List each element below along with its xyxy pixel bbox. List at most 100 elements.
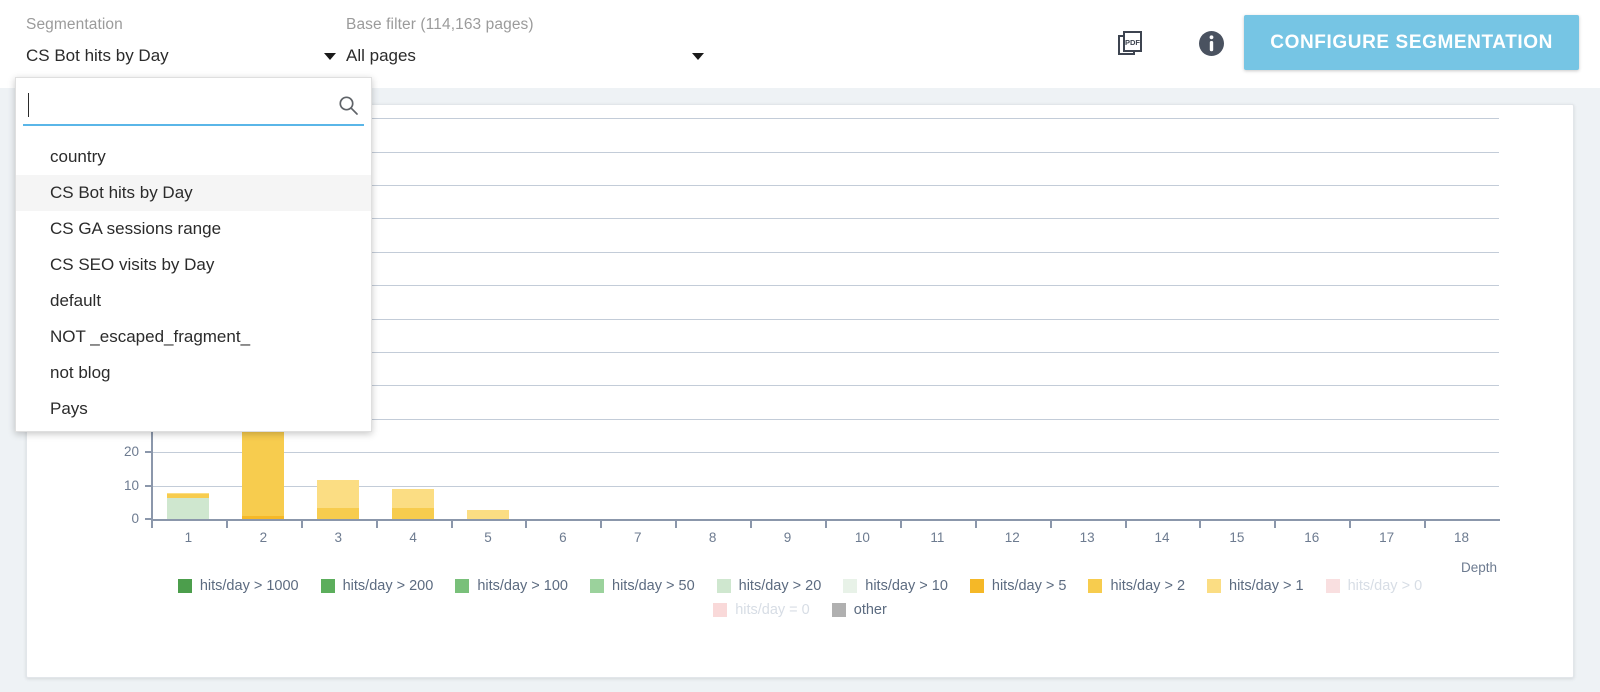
segmentation-field: Segmentation CS Bot hits by Day [26,16,336,67]
dropdown-option-list: countryCS Bot hits by DayCS GA sessions … [16,139,371,427]
legend-item[interactable]: other [832,602,887,618]
x-axis-tick-label: 6 [543,530,583,545]
x-axis-tick-label: 10 [842,530,882,545]
legend-item[interactable]: hits/day = 0 [713,602,810,618]
legend-row: hits/day = 0 other [27,602,1573,618]
legend-item[interactable]: hits/day > 10 [843,578,948,594]
svg-text:PDF: PDF [1125,38,1140,47]
bar-segment[interactable] [242,418,284,516]
legend-swatch [1326,579,1340,593]
x-axis-tick-mark [1125,519,1127,528]
base-filter-label: Base filter (114,163 pages) [346,16,676,34]
x-axis-tick-mark [1424,519,1426,528]
pdf-export-icon[interactable]: PDF [1114,26,1148,60]
x-axis-tick-label: 13 [1067,530,1107,545]
dropdown-search-row [23,87,364,126]
legend-row: hits/day > 1000 hits/day > 200 hits/day > … [27,578,1573,594]
bar-stack[interactable] [392,489,434,519]
y-axis-tick-mark [145,485,152,487]
bar-stack[interactable] [317,480,359,519]
chevron-down-icon [324,53,336,60]
bar-segment[interactable] [392,489,434,508]
bar-stack[interactable] [167,493,209,519]
segmentation-select[interactable]: CS Bot hits by Day [26,45,336,67]
x-axis-tick-mark [825,519,827,528]
legend-item[interactable]: hits/day > 20 [717,578,822,594]
dropdown-option[interactable]: CS SEO visits by Day [16,247,371,283]
legend-swatch [713,603,727,617]
bar-segment[interactable] [317,508,359,519]
search-icon[interactable] [336,94,360,118]
bar-segment[interactable] [392,508,434,519]
legend-swatch [590,579,604,593]
legend-item[interactable]: hits/day > 1 [1207,578,1304,594]
x-axis-tick-mark [525,519,527,528]
dropdown-option[interactable]: default [16,283,371,319]
gridline [151,452,1499,453]
configure-segmentation-button[interactable]: CONFIGURE SEGMENTATION [1244,15,1579,70]
dropdown-option[interactable]: not blog [16,355,371,391]
legend-label: hits/day > 5 [992,578,1067,594]
x-axis-tick-mark [1199,519,1201,528]
x-axis-tick-label: 4 [393,530,433,545]
legend-swatch [717,579,731,593]
x-axis-tick-label: 18 [1442,530,1482,545]
legend-swatch [843,579,857,593]
legend-swatch [321,579,335,593]
segmentation-dropdown-panel: countryCS Bot hits by DayCS GA sessions … [15,77,372,432]
y-axis-tick-label: 0 [99,511,139,526]
legend-item[interactable]: hits/day > 5 [970,578,1067,594]
legend-label: hits/day = 0 [735,602,810,618]
bar-segment[interactable] [467,510,509,519]
x-axis-tick-mark [750,519,752,528]
legend-label: hits/day > 20 [739,578,822,594]
legend-label: other [854,602,887,618]
legend-item[interactable]: hits/day > 0 [1326,578,1423,594]
x-axis-tick-label: 11 [917,530,957,545]
text-cursor [28,93,29,117]
x-axis-tick-mark [376,519,378,528]
legend-item[interactable]: hits/day > 50 [590,578,695,594]
dropdown-option[interactable]: CS Bot hits by Day [16,175,371,211]
y-axis-tick-label: 20 [99,444,139,459]
x-axis-tick-label: 1 [168,530,208,545]
dropdown-option[interactable]: country [16,139,371,175]
x-axis-tick-label: 15 [1217,530,1257,545]
x-axis-tick-mark [226,519,228,528]
legend-label: hits/day > 200 [343,578,434,594]
legend-label: hits/day > 0 [1348,578,1423,594]
bar-segment[interactable] [167,498,209,519]
legend-swatch [970,579,984,593]
segmentation-value: CS Bot hits by Day [26,45,169,67]
chevron-down-icon [692,53,704,60]
legend-item[interactable]: hits/day > 2 [1088,578,1185,594]
bar-segment[interactable] [317,480,359,509]
x-axis-tick-mark [1274,519,1276,528]
x-axis-tick-label: 14 [1142,530,1182,545]
dropdown-option[interactable]: Pays [16,391,371,427]
bar-stack[interactable] [467,510,509,519]
x-axis-tick-label: 3 [318,530,358,545]
legend-item[interactable]: hits/day > 200 [321,578,434,594]
x-axis-tick-label: 7 [618,530,658,545]
legend-label: hits/day > 2 [1110,578,1185,594]
x-axis-tick-label: 8 [693,530,733,545]
bar-segment[interactable] [242,516,284,519]
top-toolbar: Segmentation CS Bot hits by Day Base fil… [0,0,1600,88]
y-axis-tick-mark [145,451,152,453]
x-axis-tick-mark [451,519,453,528]
base-filter-select[interactable]: All pages [346,45,676,67]
info-icon[interactable] [1194,26,1228,60]
legend-label: hits/day > 1 [1229,578,1304,594]
dropdown-option[interactable]: NOT _escaped_fragment_ [16,319,371,355]
legend-item[interactable]: hits/day > 1000 [178,578,299,594]
legend-item[interactable]: hits/day > 100 [455,578,568,594]
search-input[interactable] [23,89,336,123]
base-filter-field: Base filter (114,163 pages) All pages [346,16,676,67]
x-axis-tick-mark [301,519,303,528]
x-axis-tick-mark [1050,519,1052,528]
segmentation-label: Segmentation [26,16,336,34]
y-axis-tick-label: 10 [99,478,139,493]
dropdown-option[interactable]: CS GA sessions range [16,211,371,247]
legend-swatch [1207,579,1221,593]
